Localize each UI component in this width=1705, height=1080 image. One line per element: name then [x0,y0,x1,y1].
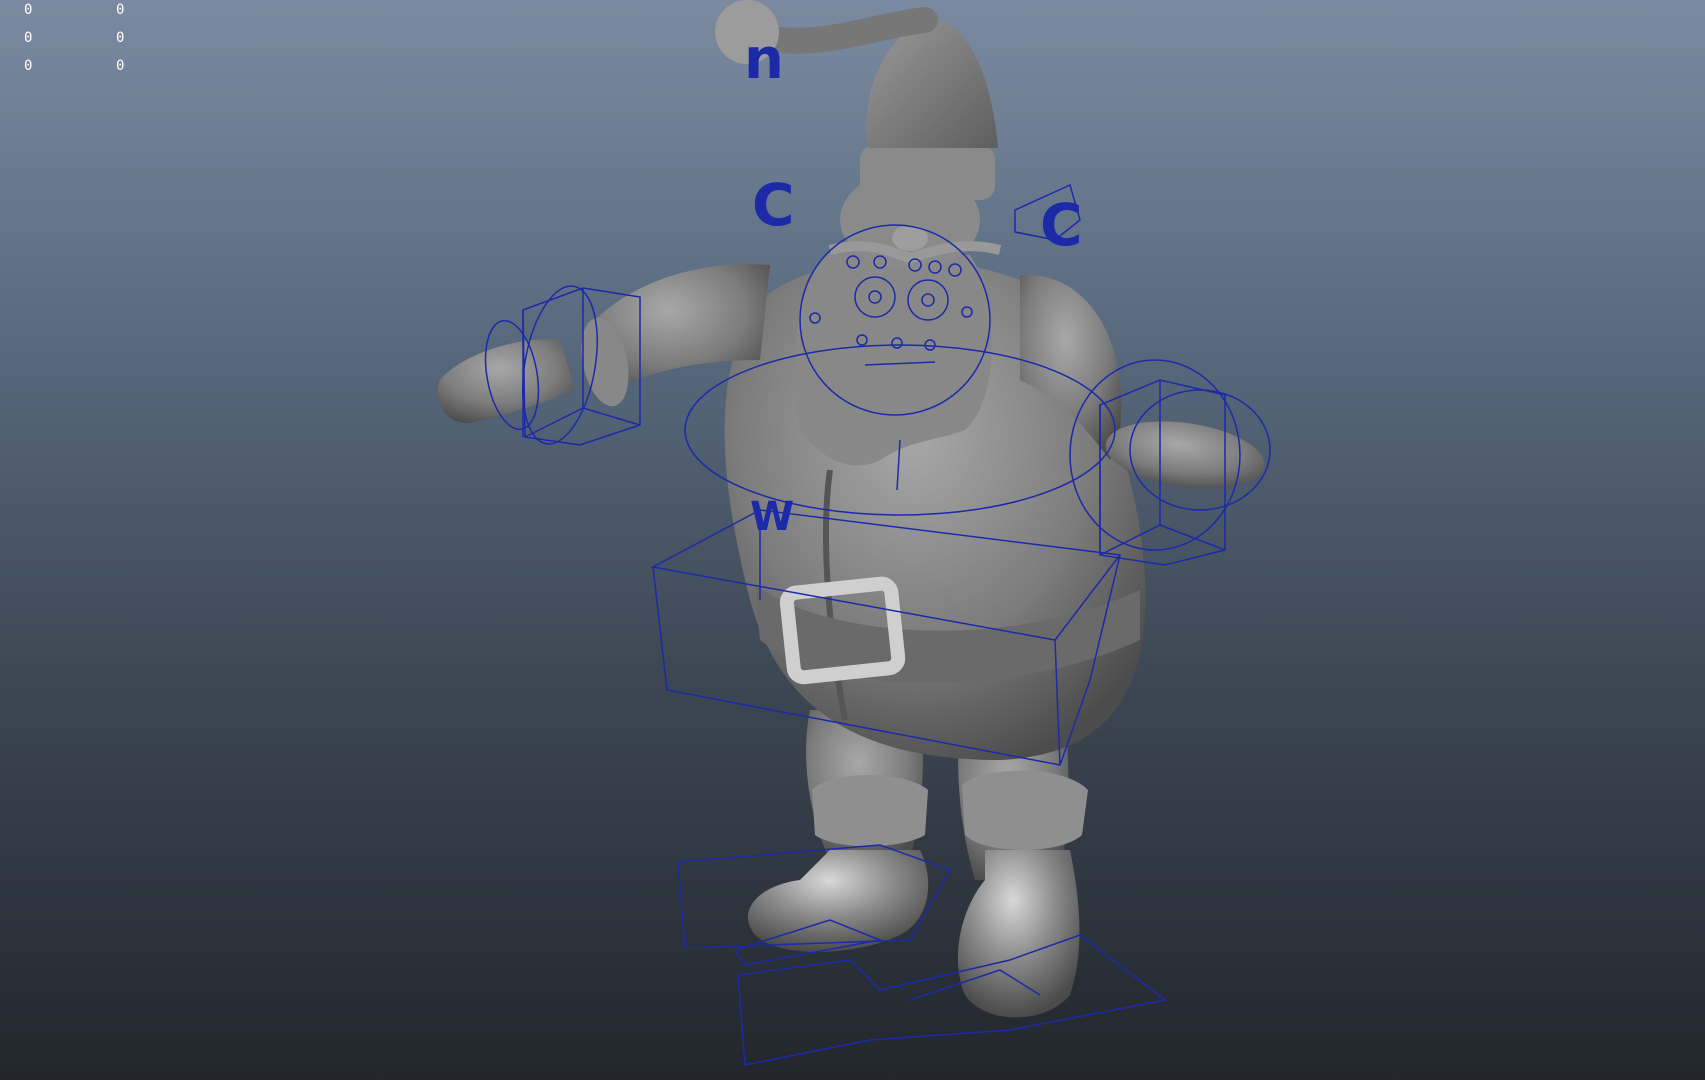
maya-viewport[interactable]: 0 0 0 0 0 0 C C n W [0,0,1705,1080]
head-right-label: C [1040,191,1083,259]
head-left-label: C [752,171,795,239]
santa-scene[interactable]: C C n W [0,0,1705,1080]
right-boot-cuff [962,770,1088,850]
hat-top-label: n [744,27,784,92]
left-boot-cuff [812,775,928,847]
waist-label: W [750,494,794,540]
left-hand [437,339,575,424]
hat-brim [860,145,995,200]
santa-mesh[interactable] [437,0,1269,1018]
